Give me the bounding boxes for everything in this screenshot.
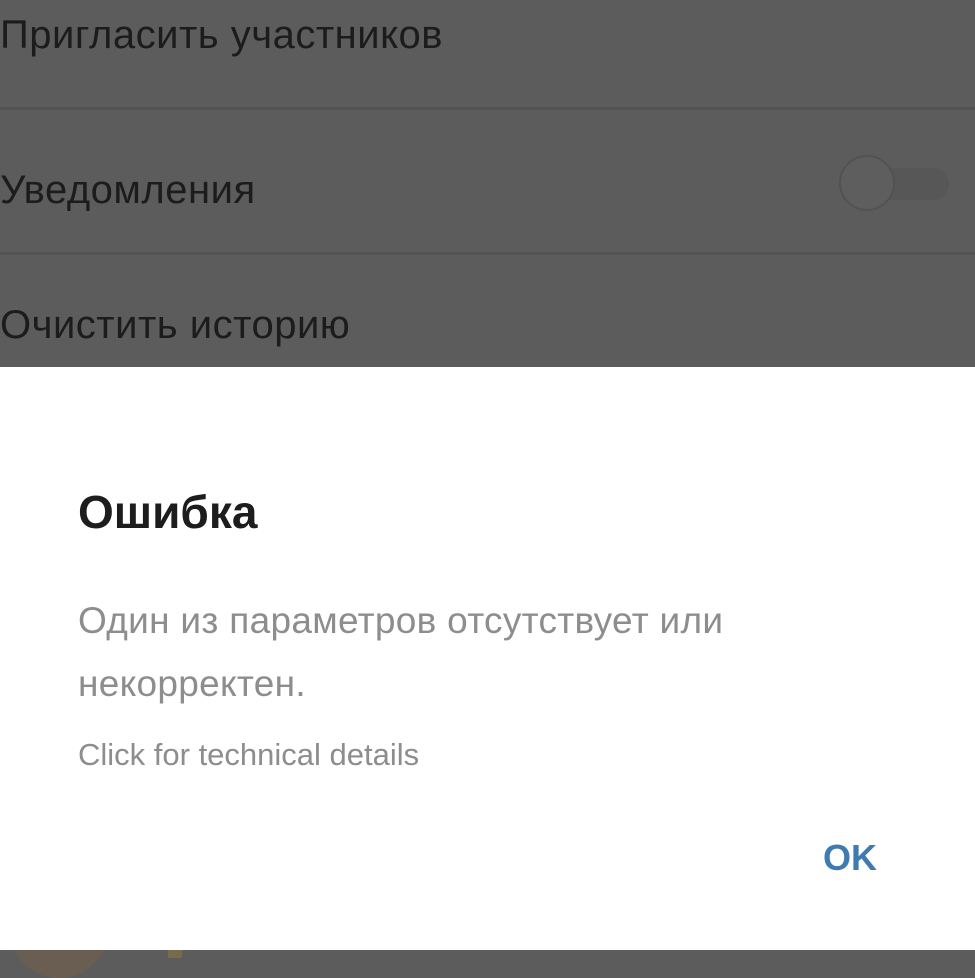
settings-item-clear-history[interactable]: Очистить историю — [0, 255, 975, 367]
technical-details-link[interactable]: Click for technical details — [78, 737, 419, 773]
toggle-knob — [839, 155, 895, 211]
error-dialog: Ошибка Один из параметров отсутствует ил… — [0, 367, 975, 950]
background-content-strip — [0, 950, 975, 978]
invite-label: Пригласить участников — [0, 13, 444, 57]
clear-history-label: Очистить историю — [0, 303, 351, 347]
dialog-message: Один из параметров отсутствует или некор… — [78, 600, 724, 704]
notifications-toggle[interactable] — [839, 155, 949, 211]
settings-item-invite[interactable]: Пригласить участников — [0, 0, 975, 110]
dialog-title: Ошибка — [78, 486, 258, 538]
settings-item-notifications[interactable]: Уведомления — [0, 110, 975, 255]
ok-button[interactable]: OK — [808, 825, 892, 891]
partial-text-fragment — [168, 950, 182, 958]
notifications-label: Уведомления — [0, 168, 256, 212]
avatar — [10, 950, 108, 978]
